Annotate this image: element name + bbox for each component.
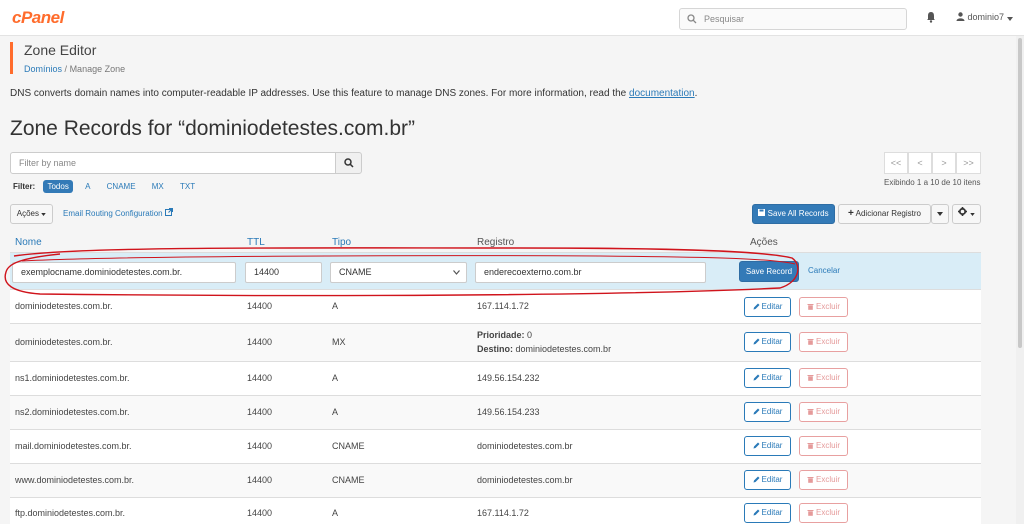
search-icon (687, 14, 697, 24)
edit-button[interactable]: Editar (744, 297, 791, 317)
cpanel-logo[interactable]: cPanel (12, 8, 64, 28)
delete-button[interactable]: Excluir (799, 332, 848, 352)
caret-down-icon (1006, 17, 1013, 21)
trash-icon (807, 304, 814, 310)
column-header-type[interactable]: Tipo (332, 237, 351, 248)
page-first-button[interactable]: << (884, 152, 908, 174)
save-record-button[interactable]: Save Record (739, 261, 799, 282)
trash-icon (807, 409, 814, 415)
top-bar: cPanel Pesquisar dominio7 (0, 0, 1024, 36)
pencil-icon (753, 374, 760, 381)
zone-title: Zone Records for “dominiodetestes.com.br… (10, 117, 415, 140)
filter-cname[interactable]: CNAME (103, 180, 140, 193)
trash-icon (807, 510, 814, 516)
record-value-input[interactable]: enderecoexterno.com.br (475, 262, 706, 283)
external-link-icon (164, 208, 173, 216)
trash-icon (807, 375, 814, 381)
save-all-records-button[interactable]: Save All Records (752, 204, 835, 224)
pencil-icon (753, 408, 760, 415)
filter-mx[interactable]: MX (148, 180, 168, 193)
edit-button[interactable]: Editar (744, 436, 791, 456)
pencil-icon (753, 476, 760, 483)
cancel-link[interactable]: Cancelar (808, 266, 840, 275)
delete-button[interactable]: Excluir (799, 470, 848, 490)
table-row: ns2.dominiodetestes.com.br. 14400 A 149.… (10, 395, 981, 429)
delete-button[interactable]: Excluir (799, 402, 848, 422)
caret-down-icon (937, 212, 943, 216)
delete-button[interactable]: Excluir (799, 436, 848, 456)
add-record-button[interactable]: + Adicionar Registro (838, 204, 931, 224)
table-row: mail.dominiodetestes.com.br. 14400 CNAME… (10, 429, 981, 463)
column-header-name[interactable]: Nome (15, 237, 42, 248)
table-row: ns1.dominiodetestes.com.br. 14400 A 149.… (10, 361, 981, 395)
edit-button[interactable]: Editar (744, 503, 791, 523)
caret-down-icon (41, 213, 46, 216)
header-accent (10, 42, 13, 74)
column-header-ttl[interactable]: TTL (247, 237, 265, 248)
delete-button[interactable]: Excluir (799, 503, 848, 523)
column-header-actions: Ações (750, 237, 778, 248)
username: dominio7 (967, 12, 1005, 22)
trash-icon (807, 443, 814, 449)
search-input[interactable]: Pesquisar (679, 8, 907, 30)
page-prev-button[interactable]: < (908, 152, 932, 174)
table-row: dominiodetestes.com.br. 14400 MX Priorid… (10, 323, 981, 361)
delete-button[interactable]: Excluir (799, 368, 848, 388)
edit-button[interactable]: Editar (744, 332, 791, 352)
trash-icon (807, 477, 814, 483)
breadcrumb: Domínios / Manage Zone (24, 64, 125, 74)
user-icon (956, 12, 965, 21)
page-last-button[interactable]: >> (956, 152, 981, 174)
gear-icon (958, 207, 968, 216)
bell-icon[interactable] (926, 11, 936, 23)
filter-txt[interactable]: TXT (176, 180, 199, 193)
edit-button[interactable]: Editar (744, 368, 791, 388)
table-row: ftp.dominiodetestes.com.br. 14400 A 167.… (10, 497, 981, 524)
add-record-caret-button[interactable] (931, 204, 949, 224)
search-icon (344, 158, 354, 168)
filter-input[interactable]: Filter by name (10, 152, 336, 174)
filter-search-button[interactable] (335, 152, 362, 174)
table-row: dominiodetestes.com.br. 14400 A 167.114.… (10, 289, 981, 323)
filter-all[interactable]: Todos (43, 180, 73, 193)
email-routing-link[interactable]: Email Routing Configuration (63, 208, 173, 218)
pencil-icon (753, 509, 760, 516)
trash-icon (807, 339, 814, 345)
caret-down-icon (969, 213, 975, 216)
scrollbar-thumb[interactable] (1018, 38, 1022, 348)
type-filter: Filter: Todos A CNAME MX TXT (13, 180, 205, 194)
search-placeholder: Pesquisar (704, 14, 745, 24)
filter-placeholder: Filter by name (19, 158, 77, 168)
floppy-disk-icon (758, 209, 766, 216)
user-menu[interactable]: dominio7 (956, 12, 1013, 22)
filter-label: Filter: (13, 182, 36, 191)
breadcrumb-separator: / (64, 64, 68, 74)
pagination-info: Exibindo 1 a 10 de 10 itens (884, 178, 981, 187)
chevron-down-icon (453, 270, 460, 275)
documentation-link[interactable]: documentation (629, 88, 695, 99)
table-row: www.dominiodetestes.com.br. 14400 CNAME … (10, 463, 981, 497)
settings-dropdown[interactable] (952, 204, 981, 224)
breadcrumb-domains[interactable]: Domínios (24, 64, 62, 74)
pencil-icon (753, 442, 760, 449)
plus-icon: + (848, 208, 854, 219)
record-name-input[interactable]: exemplocname.dominiodetestes.com.br. (12, 262, 236, 283)
page-title: Zone Editor (24, 42, 97, 58)
page-description: DNS converts domain names into computer-… (10, 88, 698, 99)
edit-button[interactable]: Editar (744, 470, 791, 490)
actions-dropdown[interactable]: Ações (10, 204, 53, 224)
record-ttl-input[interactable]: 14400 (245, 262, 322, 283)
page-next-button[interactable]: > (932, 152, 956, 174)
delete-button[interactable]: Excluir (799, 297, 848, 317)
edit-button[interactable]: Editar (744, 402, 791, 422)
column-header-record: Registro (477, 237, 515, 248)
record-type-select[interactable]: CNAME (330, 262, 467, 283)
pencil-icon (753, 303, 760, 310)
pencil-icon (753, 338, 760, 345)
breadcrumb-current: Manage Zone (69, 64, 126, 74)
filter-a[interactable]: A (81, 180, 94, 193)
